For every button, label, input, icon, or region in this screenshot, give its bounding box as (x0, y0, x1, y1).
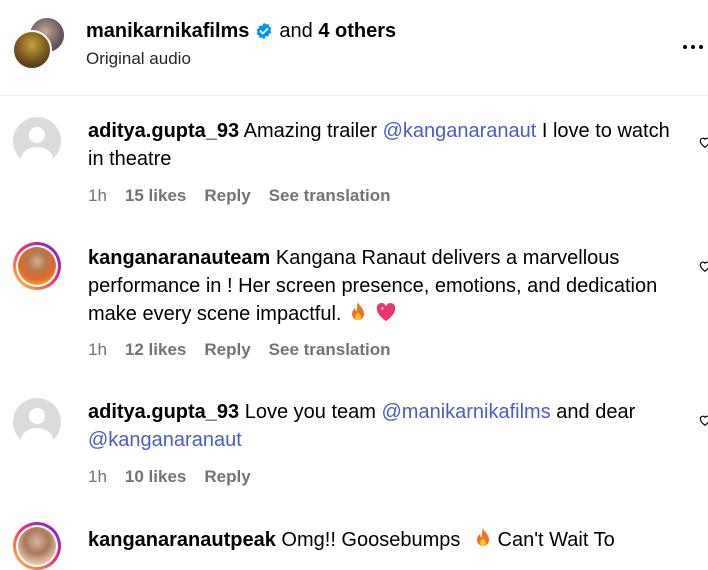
mention-link[interactable]: @kanganaranaut (383, 120, 537, 142)
comment-text: kanganaranauteam Kangana Ranaut delivers… (88, 244, 678, 330)
likes-count[interactable]: 15 likes (125, 186, 186, 205)
header-username[interactable]: manikarnikafilms (86, 20, 249, 42)
comment-text: aditya.gupta_93 Love you team @manikarni… (88, 398, 678, 454)
reply-button[interactable]: Reply (204, 186, 250, 205)
mention-link[interactable]: @manikarnikafilms (381, 401, 550, 423)
reply-button[interactable]: Reply (204, 467, 250, 486)
header-others-link[interactable]: 4 others (318, 20, 396, 42)
comment-username[interactable]: aditya.gupta_93 (88, 401, 239, 423)
like-heart-icon[interactable] (698, 135, 708, 149)
like-heart-icon[interactable] (698, 413, 708, 427)
likes-count[interactable]: 12 likes (125, 340, 186, 359)
collab-avatars[interactable] (12, 16, 66, 70)
header-title: manikarnikafilms and 4 others (86, 17, 396, 48)
original-audio-link[interactable]: Original audio (86, 47, 191, 71)
like-heart-icon[interactable] (698, 259, 708, 273)
comment-time: 1h (88, 340, 107, 359)
comment-body: Love you team (244, 401, 382, 423)
avatar[interactable] (13, 398, 61, 446)
avatar[interactable] (12, 30, 52, 70)
comment-body: Amazing trailer (243, 120, 383, 142)
comment-time: 1h (88, 467, 107, 486)
mention-link[interactable]: @kanganaranaut (88, 429, 242, 451)
header-and: and (279, 20, 313, 42)
comment-text: aditya.gupta_93 Amazing trailer @kangana… (88, 117, 678, 173)
comment-username[interactable]: kanganaranautpeak (88, 529, 276, 551)
comment-username[interactable]: aditya.gupta_93 (88, 120, 239, 142)
comment-body: Omg!! Goosebumps (281, 529, 466, 551)
reply-button[interactable]: Reply (204, 340, 250, 359)
comment-meta: 1h 15 likes Reply See translation (88, 185, 409, 207)
heart-emoji-icon (375, 302, 397, 330)
see-translation-button[interactable]: See translation (269, 340, 391, 359)
see-translation-button[interactable]: See translation (269, 186, 391, 205)
comment-meta: 1h 12 likes Reply See translation (88, 339, 409, 361)
post-header: manikarnikafilms and 4 others Original au… (0, 0, 708, 96)
avatar[interactable] (13, 117, 61, 165)
comment-body: Can't Wait To (491, 529, 615, 551)
comment-body: and dear (550, 401, 636, 423)
comment-text: kanganaranautpeak Omg!! Goosebumps Can't… (88, 526, 678, 556)
avatar[interactable] (13, 522, 61, 570)
comment-username[interactable]: kanganaranauteam (88, 247, 270, 269)
fire-emoji-icon (349, 302, 367, 330)
fire-emoji-icon (474, 528, 492, 556)
likes-count[interactable]: 10 likes (125, 467, 186, 486)
comment-time: 1h (88, 186, 107, 205)
verified-badge-icon (255, 20, 273, 48)
avatar[interactable] (13, 242, 61, 290)
comment-meta: 1h 10 likes Reply (88, 466, 269, 488)
more-options-icon[interactable] (683, 38, 708, 49)
